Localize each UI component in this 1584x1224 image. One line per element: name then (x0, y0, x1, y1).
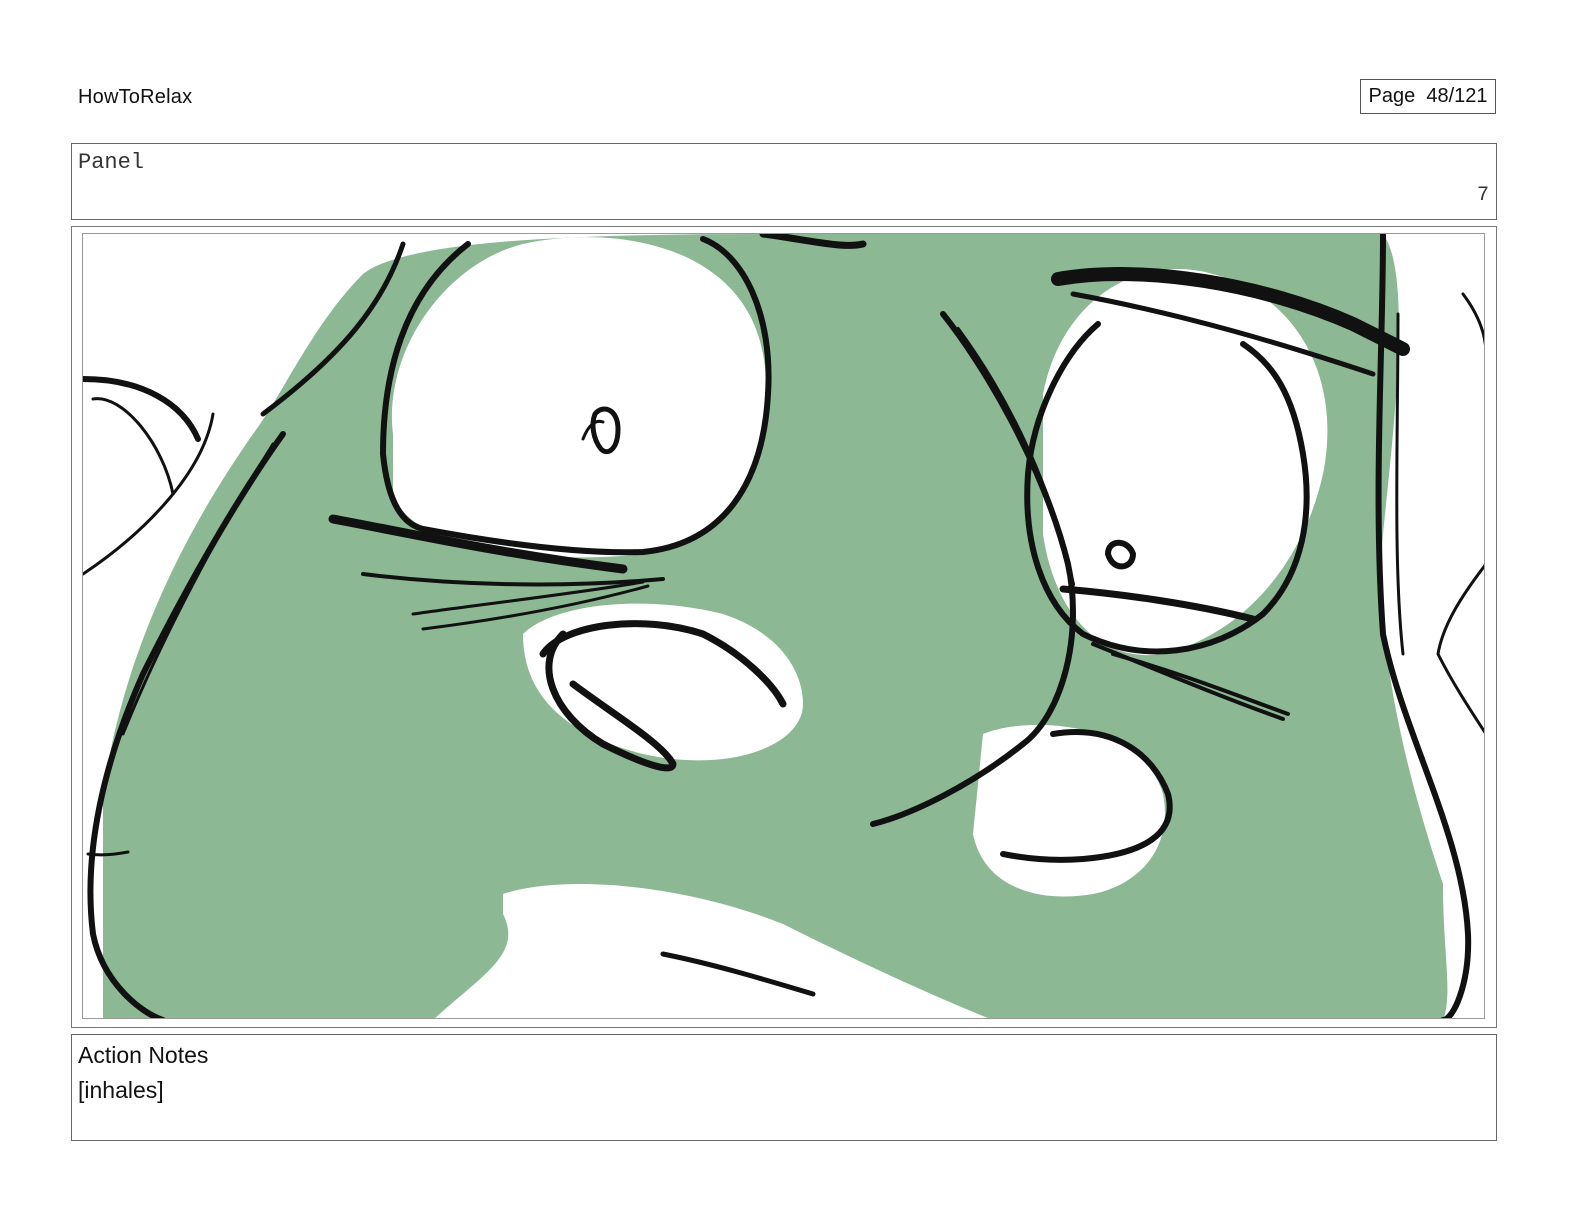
face-right-outline-2 (1395, 312, 1405, 656)
panel-label: Panel (78, 150, 145, 175)
page-indicator: Page 48/121 (1360, 79, 1496, 114)
action-notes-title: Action Notes (78, 1042, 209, 1068)
storyboard-drawing-area (82, 233, 1485, 1019)
storyboard-frame[interactable] (71, 226, 1497, 1028)
panel-number: 7 (1476, 184, 1489, 207)
project-title: HowToRelax (78, 86, 193, 108)
action-notes-box[interactable]: Action Notes [inhales] (71, 1034, 1497, 1141)
panel-header: Panel 7 (71, 143, 1497, 220)
action-notes-text: [inhales] (78, 1077, 164, 1103)
storyboard-sketch (83, 234, 1484, 1018)
